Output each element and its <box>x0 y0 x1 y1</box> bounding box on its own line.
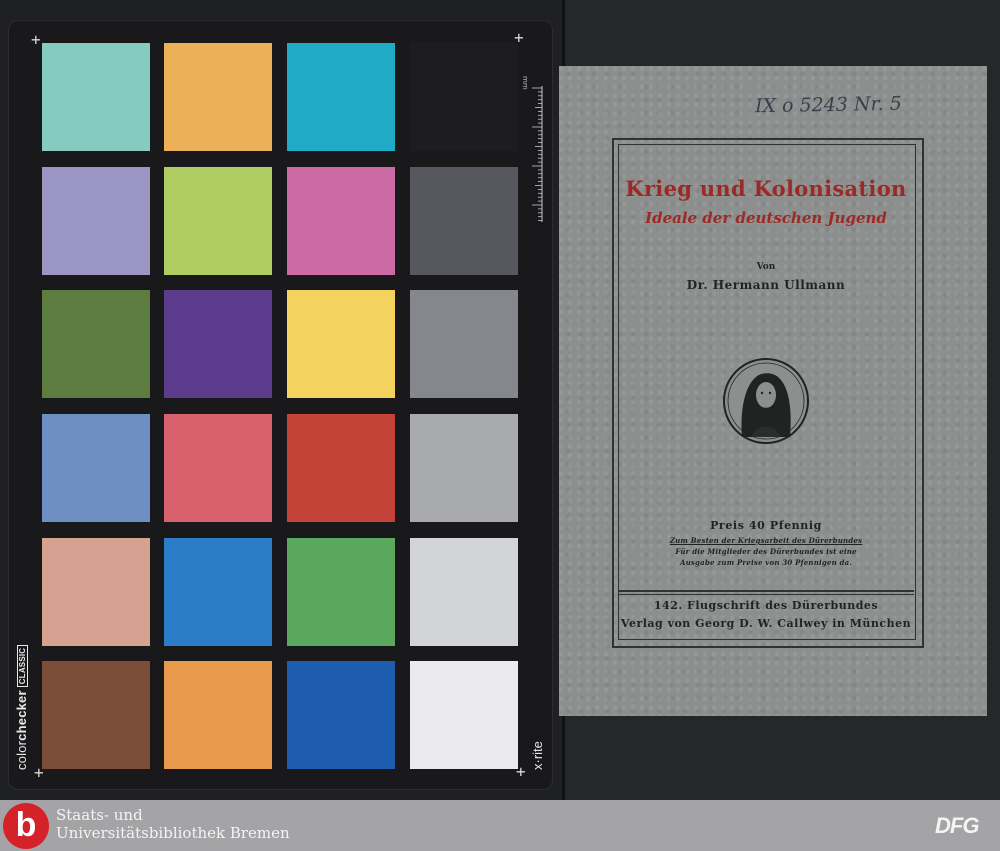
booklet-author: Dr. Hermann Ullmann <box>686 278 846 292</box>
durer-portrait-medallion <box>723 358 809 444</box>
colorchecker-brand: colorchecker CLASSIC <box>14 644 29 770</box>
brand-regular-text: color <box>14 740 29 770</box>
color-patch <box>42 538 150 646</box>
color-patch <box>287 43 395 151</box>
color-patch <box>410 538 518 646</box>
color-patch <box>287 414 395 522</box>
color-patch <box>164 43 272 151</box>
color-patch <box>164 167 272 275</box>
crosshair-mark: + <box>34 763 44 782</box>
booklet-publisher: Verlag von Georg D. W. Callwey in Münche… <box>620 617 912 630</box>
color-patch <box>287 661 395 769</box>
brand-variant-badge: CLASSIC <box>17 644 29 688</box>
xrite-logo: x·rite <box>530 741 545 770</box>
color-patch <box>287 538 395 646</box>
booklet-title: Krieg und Kolonisation <box>625 176 907 201</box>
ruler-unit-label: mm <box>521 76 529 90</box>
color-patch <box>410 414 518 522</box>
booklet-note-line: Zum Besten der Kriegsarbeit des Dürerbun… <box>669 536 863 545</box>
booklet-price: Preis 40 Pfennig <box>710 519 822 532</box>
booklet-subtitle: Ideale der deutschen Jugend <box>645 209 887 227</box>
library-logo: b <box>3 803 49 849</box>
handwritten-shelfmark: IX o 5243 Nr. 5 <box>754 92 902 118</box>
booklet-series: 142. Flugschrift des Dürerbundes <box>653 599 879 612</box>
crosshair-mark: + <box>31 30 41 49</box>
booklet-note-line: Ausgabe zum Preise von 30 Pfennigen da. <box>679 558 853 567</box>
color-patch <box>42 43 150 151</box>
color-patch <box>42 414 150 522</box>
color-patch <box>164 538 272 646</box>
color-patch <box>164 414 272 522</box>
institution-name-line2: Universitätsbibliothek Bremen <box>56 824 290 842</box>
color-patch <box>164 661 272 769</box>
crosshair-mark: + <box>514 28 524 47</box>
dfg-logo: DFG <box>935 813 979 838</box>
institution-name-line1: Staats- und <box>56 806 143 824</box>
color-patch <box>410 290 518 398</box>
booklet-note-line: Für die Mitglieder des Dürerbundes ist e… <box>675 547 857 556</box>
color-patch <box>164 290 272 398</box>
cover-divider <box>618 594 914 595</box>
color-patch <box>410 661 518 769</box>
color-patch <box>42 167 150 275</box>
booklet-by: Von <box>756 262 776 272</box>
crosshair-mark: + <box>516 762 526 781</box>
color-patch <box>410 167 518 275</box>
color-patch <box>287 167 395 275</box>
color-patch <box>42 290 150 398</box>
millimeter-ruler <box>532 86 543 222</box>
brand-bold-text: checker <box>14 690 29 741</box>
color-patch <box>287 290 395 398</box>
cover-divider <box>618 590 914 592</box>
color-patch <box>42 661 150 769</box>
color-patch <box>410 43 518 151</box>
